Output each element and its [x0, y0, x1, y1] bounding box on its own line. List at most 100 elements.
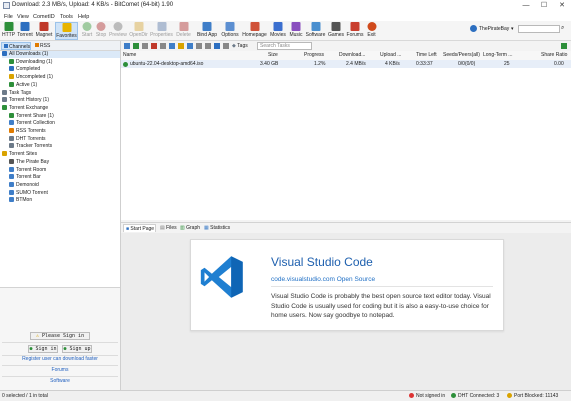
options-icon	[225, 22, 235, 31]
col-download[interactable]: Download...	[339, 52, 365, 58]
sidebar-item-tracker-torrents[interactable]: Tracker Torrents	[9, 143, 120, 150]
favorites-button[interactable]: Favorites	[55, 22, 78, 40]
register-link[interactable]: Register user can download faster	[0, 356, 120, 362]
music-button[interactable]: Music	[288, 22, 304, 40]
warning-icon: ⚠	[35, 333, 39, 339]
delete-button[interactable]: Delete	[174, 22, 193, 40]
games-icon	[331, 22, 341, 31]
task-icon-3[interactable]	[142, 43, 148, 49]
sidebar-item-completed[interactable]: Completed	[9, 66, 120, 73]
task-icon-1[interactable]	[124, 43, 130, 49]
menu-cometid[interactable]: CometID	[33, 14, 55, 20]
task-search-input[interactable]: Search Tasks	[257, 42, 312, 50]
tree-item-label: Active (1)	[16, 81, 38, 88]
sidebar-item-btmon[interactable]: BTMon	[9, 197, 120, 204]
sidebar-item-uncompleted[interactable]: Uncompleted (1)	[9, 74, 120, 81]
sidebar-item-all-downloads[interactable]: All Downloads (1)	[2, 51, 120, 58]
table-row[interactable]: ubuntu-22.04-desktop-amd64.iso 3.40 GB 1…	[121, 60, 571, 68]
stop-button[interactable]: Stop	[94, 22, 108, 40]
tree-item-icon	[2, 151, 7, 157]
tab-start-page[interactable]: ■ Start Page	[123, 224, 156, 232]
tree-item-icon	[9, 143, 14, 149]
torrent-button[interactable]: Torrent	[16, 22, 34, 40]
grid-icon[interactable]	[561, 43, 567, 49]
minimize-button[interactable]: —	[517, 0, 535, 12]
dht-status[interactable]: DHT Connected: 3	[451, 393, 499, 399]
menu-file[interactable]: File	[4, 14, 13, 20]
sidebar-item-sumo-torrent[interactable]: SUMO Torrent	[9, 189, 120, 197]
sign-in-button[interactable]: ● Sign in	[28, 345, 58, 353]
exit-button[interactable]: Exit	[365, 22, 378, 40]
task-icon-9[interactable]	[196, 43, 202, 49]
sidebar-item-torrent-room[interactable]: Torrent Room	[9, 166, 120, 174]
menu-view[interactable]: View	[17, 14, 29, 20]
port-status[interactable]: Port Blocked: 11143	[507, 393, 558, 399]
bind-app-button[interactable]: Bind App	[195, 22, 219, 40]
promo-link[interactable]: code.visualstudio.com Open Source	[271, 276, 375, 283]
search-engine-select[interactable]: ThePirateBay	[479, 26, 509, 32]
sidebar-item-torrent-sites[interactable]: Torrent Sites	[2, 151, 120, 158]
software-icon	[311, 22, 320, 31]
options-button[interactable]: Options	[219, 22, 241, 40]
homepage-button[interactable]: Homepage	[241, 22, 268, 40]
web-search-input[interactable]	[518, 25, 560, 33]
col-progress[interactable]: Progress	[304, 52, 324, 58]
close-button[interactable]: ✕	[553, 0, 571, 12]
maximize-button[interactable]: ☐	[535, 0, 553, 12]
software-button[interactable]: Software	[304, 22, 327, 40]
forums-button[interactable]: Forums	[345, 22, 365, 40]
magnet-button[interactable]: Magnet	[34, 22, 54, 40]
sidebar-item-active[interactable]: Active (1)	[9, 81, 120, 89]
tab-channels[interactable]: Channels	[1, 42, 31, 50]
sidebar-item-torrent-collection[interactable]: Torrent Collection	[9, 120, 120, 127]
col-name[interactable]: Name	[123, 52, 136, 58]
task-icon-6[interactable]	[169, 43, 175, 49]
start-button[interactable]: Start	[80, 22, 94, 40]
col-upload[interactable]: Upload ...	[380, 52, 401, 58]
task-icon-11[interactable]	[214, 43, 220, 49]
search-icon[interactable]: ⌕	[561, 25, 564, 32]
task-icon-8[interactable]	[187, 43, 193, 49]
col-seeds[interactable]: Seeds/Peers(all)	[443, 52, 480, 58]
task-icon-7[interactable]	[178, 43, 184, 49]
task-icon-12[interactable]	[223, 43, 229, 49]
col-size[interactable]: Size	[268, 52, 278, 58]
forums-link[interactable]: Forums	[0, 367, 120, 373]
games-button[interactable]: Games	[327, 22, 345, 40]
sidebar-item-task-tags[interactable]: Task Tags	[2, 89, 120, 97]
sidebar-item-torrent-exchange[interactable]: Torrent Exchange	[2, 104, 120, 112]
http-button[interactable]: HTTP	[1, 22, 16, 40]
sidebar-item-torrent-bar[interactable]: Torrent Bar	[9, 174, 120, 181]
divider	[2, 365, 118, 366]
col-longterm[interactable]: Long-Term ...	[483, 52, 512, 58]
col-share-ratio[interactable]: Share Ratio	[541, 52, 567, 58]
sidebar-item-the-pirate-bay[interactable]: The Pirate Bay	[9, 158, 120, 166]
chevron-down-icon[interactable]: ▾	[511, 26, 514, 32]
opendir-button[interactable]: OpenDir	[128, 22, 149, 40]
promo-title[interactable]: Visual Studio Code	[271, 255, 373, 269]
tree-item-label: Torrent Collection	[16, 120, 55, 127]
task-icon-10[interactable]	[205, 43, 211, 49]
sidebar-item-torrent-history[interactable]: Torrent History (1)	[2, 97, 120, 104]
sidebar-item-torrent-share[interactable]: Torrent Share (1)	[9, 112, 120, 120]
sign-up-button[interactable]: ● Sign up	[62, 345, 92, 353]
software-link[interactable]: Software	[0, 378, 120, 384]
tab-rss[interactable]: RSS	[33, 42, 57, 50]
tab-statistics[interactable]: ▦ Statistics	[202, 224, 238, 232]
tags-button[interactable]: ◆ Tags	[232, 42, 248, 50]
movies-button[interactable]: Movies	[268, 22, 288, 40]
properties-button[interactable]: Properties	[149, 22, 174, 40]
tree-item-icon	[2, 97, 7, 103]
menu-tools[interactable]: Tools	[60, 14, 73, 20]
task-icon-5[interactable]	[160, 43, 166, 49]
sidebar-item-dht-torrents[interactable]: DHT Torrents	[9, 135, 120, 143]
task-icon-2[interactable]	[133, 43, 139, 49]
sidebar-item-downloading[interactable]: Downloading (1)	[9, 58, 120, 66]
col-time-left[interactable]: Time Left	[416, 52, 437, 58]
task-icon-4[interactable]	[151, 43, 157, 49]
sidebar-item-rss-torrents[interactable]: RSS Torrents	[9, 128, 120, 135]
sidebar-item-demonoid[interactable]: Demonoid	[9, 181, 120, 189]
signin-status[interactable]: Not signed in	[409, 393, 445, 399]
preview-button[interactable]: Preview	[108, 22, 128, 40]
menu-help[interactable]: Help	[78, 14, 89, 20]
